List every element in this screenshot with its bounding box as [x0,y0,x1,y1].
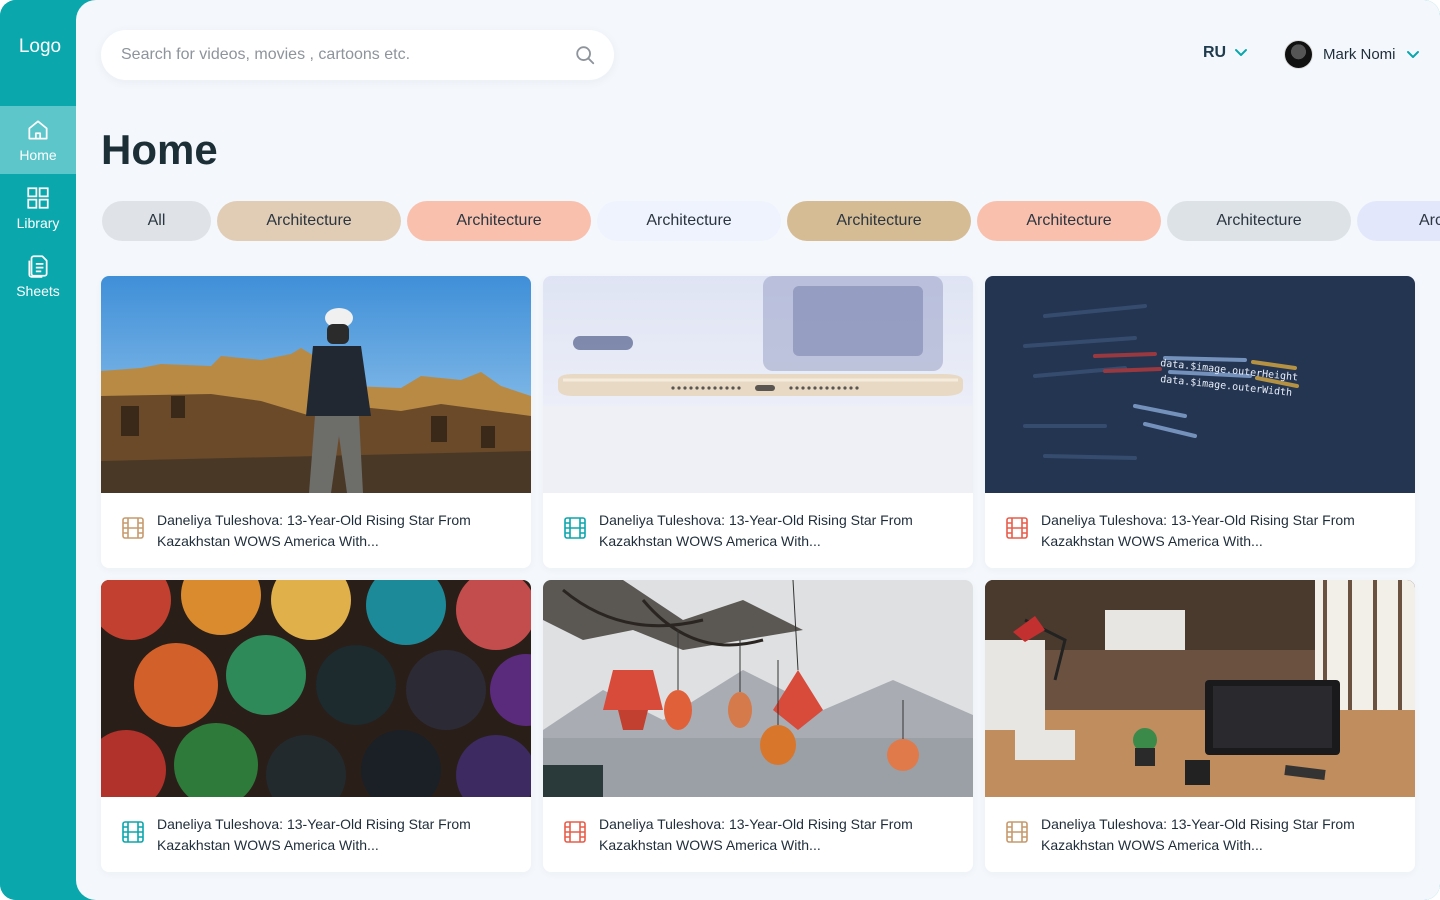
category-chip[interactable]: Architecture [407,201,591,241]
video-card-meta: Daneliya Tuleshova: 13-Year-Old Rising S… [543,797,973,872]
category-chip[interactable]: Architecture [977,201,1161,241]
chip-label: Architecture [1216,212,1302,229]
video-thumbnail: data.$image.outerHeight data.$image.oute… [985,276,1415,493]
video-card-meta: Daneliya Tuleshova: 13-Year-Old Rising S… [985,797,1415,872]
category-chip[interactable]: Architecture [1167,201,1351,241]
film-icon [122,517,144,539]
video-card-meta: Daneliya Tuleshova: 13-Year-Old Rising S… [101,797,531,872]
category-chip[interactable]: Architecture [1357,201,1440,241]
chip-label: Architecture [456,212,542,229]
logo[interactable]: Logo [0,36,80,58]
user-menu[interactable]: Mark Nomi [1284,40,1420,69]
video-thumbnail [543,580,973,797]
chip-label: Architecture [646,212,732,229]
page-title: Home [101,126,218,173]
category-chip[interactable]: Architecture [597,201,781,241]
search-bar[interactable] [101,30,614,80]
sidebar-item-home[interactable]: Home [0,106,76,174]
video-thumbnail [101,276,531,493]
video-title: Daneliya Tuleshova: 13-Year-Old Rising S… [157,816,471,853]
video-card-meta: Daneliya Tuleshova: 13-Year-Old Rising S… [985,493,1415,568]
user-name: Mark Nomi [1323,46,1396,63]
app-frame: Logo Home Library Sheets Search for vide… [0,0,1440,900]
video-card[interactable]: Daneliya Tuleshova: 13-Year-Old Rising S… [985,580,1415,872]
category-chip[interactable]: Architecture [217,201,401,241]
film-icon [1006,517,1028,539]
search-icon[interactable] [574,44,596,66]
chevron-down-icon [1235,49,1248,56]
chip-label: Architecture [266,212,352,229]
video-title: Daneliya Tuleshova: 13-Year-Old Rising S… [599,816,913,853]
language-label: RU [1203,44,1227,61]
video-card[interactable]: Daneliya Tuleshova: 13-Year-Old Rising S… [543,580,973,872]
language-selector[interactable]: RU [1203,44,1248,62]
chip-label: Architecture [1026,212,1112,229]
chip-label: Architecture [1419,212,1440,229]
category-chip-all[interactable]: All [102,201,211,241]
avatar [1284,40,1313,69]
video-card[interactable]: Daneliya Tuleshova: 13-Year-Old Rising S… [543,276,973,568]
sidebar-item-label: Home [19,147,57,163]
category-chip[interactable]: Architecture [787,201,971,241]
chip-label: All [147,212,166,229]
video-thumbnail [101,580,531,797]
sidebar: Logo Home Library Sheets [0,0,76,900]
category-filter-bar: All Architecture Architecture Architectu… [102,201,1440,241]
video-card[interactable]: Daneliya Tuleshova: 13-Year-Old Rising S… [101,276,531,568]
sidebar-item-label: Library [16,215,60,231]
video-thumbnail [985,580,1415,797]
main-content: RU Mark Nomi Home All Architecture Archi… [76,0,1440,900]
video-title: Daneliya Tuleshova: 13-Year-Old Rising S… [1041,512,1355,549]
video-card-meta: Daneliya Tuleshova: 13-Year-Old Rising S… [101,493,531,568]
grid-icon [27,187,49,209]
film-icon [564,517,586,539]
sidebar-item-library[interactable]: Library [0,174,76,242]
film-icon [122,821,144,843]
video-title: Daneliya Tuleshova: 13-Year-Old Rising S… [157,512,471,549]
document-icon [28,255,48,278]
search-input[interactable] [121,46,541,64]
film-icon [564,821,586,843]
video-title: Daneliya Tuleshova: 13-Year-Old Rising S… [1041,816,1355,853]
video-thumbnail [543,276,973,493]
video-title: Daneliya Tuleshova: 13-Year-Old Rising S… [599,512,913,549]
sidebar-item-sheets[interactable]: Sheets [0,242,76,310]
video-card-meta: Daneliya Tuleshova: 13-Year-Old Rising S… [543,493,973,568]
film-icon [1006,821,1028,843]
sidebar-item-label: Sheets [16,283,60,299]
video-card[interactable]: data.$image.outerHeight data.$image.oute… [985,276,1415,568]
chip-label: Architecture [836,212,922,229]
home-icon [28,120,48,140]
chevron-down-icon [1406,50,1419,58]
video-card[interactable]: Daneliya Tuleshova: 13-Year-Old Rising S… [101,580,531,872]
